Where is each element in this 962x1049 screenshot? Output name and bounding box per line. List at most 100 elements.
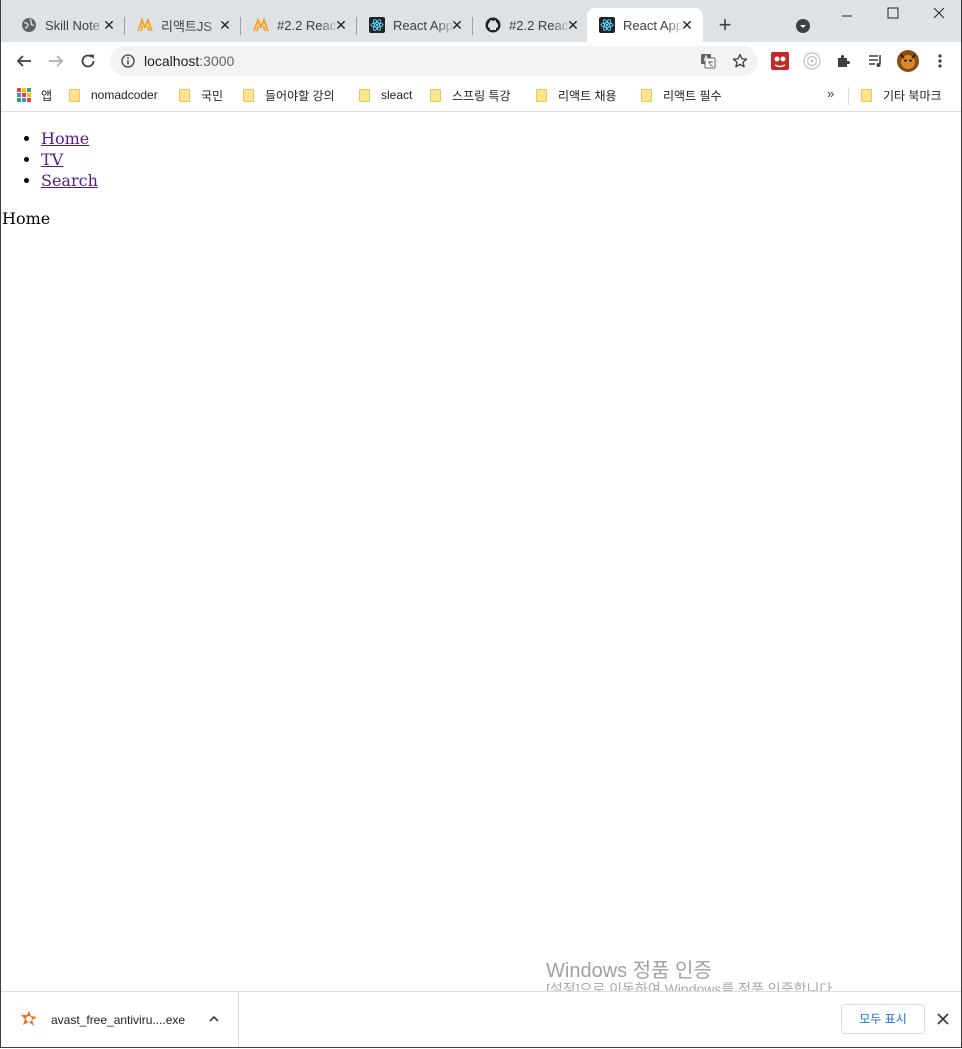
minimize-icon: [842, 15, 852, 17]
extensions-puzzle-icon[interactable]: [835, 52, 853, 70]
bookmark-folder-nomadcoder[interactable]: nomadcoder: [69, 87, 158, 103]
tab-title: React App: [393, 17, 453, 33]
bookmark-label: 리액트 필수: [663, 88, 722, 103]
bookmarks-divider: [848, 87, 849, 105]
folder-icon: [179, 88, 191, 102]
maximize-icon: [887, 7, 899, 19]
tab-react-app[interactable]: React App ✕: [357, 8, 473, 42]
bookmark-folder-lectures[interactable]: 들어야할 강의: [243, 87, 335, 103]
reload-icon: [81, 54, 95, 68]
close-icon[interactable]: ✕: [101, 17, 117, 33]
close-icon: [933, 7, 945, 19]
chevron-down-icon: [796, 19, 810, 33]
star-icon[interactable]: [732, 53, 748, 69]
nav-item-search: Search: [41, 170, 961, 191]
bookmark-folder-react-essentials[interactable]: 리액트 필수: [641, 87, 722, 103]
nav-link-tv[interactable]: TV: [41, 150, 63, 169]
translate-icon[interactable]: [700, 53, 716, 69]
toolbar: localhost:3000: [1, 42, 961, 80]
show-all-downloads-button[interactable]: 모두 표시: [841, 1004, 925, 1034]
forward-arrow-icon: [49, 55, 64, 67]
folder-icon: [359, 88, 371, 102]
extension-red-icon[interactable]: [771, 52, 789, 70]
bookmark-folder-react-jobs[interactable]: 리액트 채용: [536, 87, 617, 103]
react-logo-icon: [369, 17, 385, 33]
tab-title: 리액트JS: [161, 18, 213, 34]
nav-link-home[interactable]: Home: [41, 129, 89, 148]
bookmark-apps[interactable]: 앱: [17, 87, 52, 103]
url-port: :3000: [199, 53, 235, 69]
minimize-button[interactable]: [832, 6, 862, 26]
download-bar: avast_free_antiviru....exe 모두 표시: [1, 991, 961, 1047]
bookmarks-overflow-button[interactable]: »: [827, 86, 834, 101]
close-icon[interactable]: [936, 1012, 950, 1026]
nav-item-home: Home: [41, 128, 961, 149]
tab-title: #2.2 React: [277, 17, 339, 33]
tab-title: #2.2 React: [509, 17, 571, 33]
globe-icon: [21, 17, 37, 33]
browser-window: Skill Note ✕ 리액트JS ✕ #2.2 React ✕ React …: [0, 0, 962, 1048]
back-arrow-icon: [16, 55, 31, 67]
bookmark-folder-other[interactable]: 기타 북마크: [861, 87, 942, 103]
bookmark-label: 앱: [41, 88, 53, 103]
chevron-up-icon[interactable]: [207, 1012, 221, 1026]
nav-list: Home TV Search: [1, 128, 961, 191]
url-host: localhost: [144, 53, 200, 69]
menu-kebab-icon[interactable]: [931, 52, 949, 70]
media-control-icon[interactable]: [867, 52, 885, 70]
reload-button[interactable]: [77, 50, 99, 72]
download-filename: avast_free_antiviru....exe: [51, 1013, 186, 1027]
new-tab-button[interactable]: +: [714, 14, 736, 36]
react-logo-icon: [599, 17, 615, 33]
bookmark-folder-sleact[interactable]: sleact: [359, 87, 412, 103]
info-icon[interactable]: [121, 54, 135, 68]
github-icon: [485, 17, 501, 33]
folder-icon: [430, 88, 442, 102]
close-icon[interactable]: ✕: [333, 17, 349, 33]
close-icon[interactable]: ✕: [679, 17, 695, 33]
tab-title: Skill Note: [45, 17, 100, 33]
folder-icon: [861, 88, 873, 102]
folder-icon: [536, 88, 548, 102]
tab-react-js[interactable]: 리액트JS ✕: [125, 8, 241, 42]
bookmark-folder-spring[interactable]: 스프링 특강: [430, 87, 511, 103]
bookmark-label: 들어야할 강의: [265, 88, 335, 103]
profile-avatar[interactable]: [897, 50, 919, 72]
nav-item-tv: TV: [41, 149, 961, 170]
folder-icon: [641, 88, 653, 102]
bookmark-label: 국민: [201, 88, 224, 103]
forward-button[interactable]: [45, 50, 67, 72]
close-icon[interactable]: ✕: [217, 17, 233, 33]
nomad-logo-icon: [253, 17, 269, 33]
close-icon[interactable]: ✕: [449, 17, 465, 33]
bookmark-folder-kookmin[interactable]: 국민: [179, 87, 223, 103]
avast-icon: [21, 1011, 37, 1026]
tab-search-button[interactable]: [795, 18, 811, 34]
folder-icon: [69, 88, 81, 102]
tab-skill-note[interactable]: Skill Note ✕: [9, 8, 125, 42]
extension-target-icon[interactable]: [803, 52, 821, 70]
bookmarks-bar: 앱 nomadcoder 국민 들어야할 강의 sleact 스프링 특강 리액…: [1, 80, 961, 112]
tab-strip: Skill Note ✕ 리액트JS ✕ #2.2 React ✕ React …: [1, 0, 961, 42]
bookmark-label: 리액트 채용: [558, 88, 617, 103]
nav-link-search[interactable]: Search: [41, 171, 98, 190]
bookmark-label: 기타 북마크: [883, 88, 942, 103]
tab-2-2-react-github[interactable]: #2.2 React ✕: [473, 8, 589, 42]
page-content: Home TV Search Home: [1, 112, 961, 990]
bookmark-label: nomadcoder: [91, 88, 158, 102]
bookmark-label: 스프링 특강: [452, 88, 511, 103]
download-item[interactable]: avast_free_antiviru....exe: [1, 992, 239, 1047]
apps-grid-icon: [17, 88, 31, 102]
route-content: Home: [2, 209, 51, 228]
tab-react-app-active[interactable]: React App ✕: [587, 8, 703, 42]
folder-icon: [243, 88, 255, 102]
close-window-button[interactable]: [924, 6, 954, 26]
back-button[interactable]: [13, 50, 35, 72]
tab-2-2-react[interactable]: #2.2 React ✕: [241, 8, 357, 42]
tab-title: React App: [623, 17, 683, 33]
url-text: localhost:3000: [144, 53, 234, 69]
address-bar[interactable]: localhost:3000: [110, 46, 758, 76]
bookmark-label: sleact: [381, 88, 413, 102]
maximize-button[interactable]: [878, 6, 908, 26]
close-icon[interactable]: ✕: [565, 17, 581, 33]
